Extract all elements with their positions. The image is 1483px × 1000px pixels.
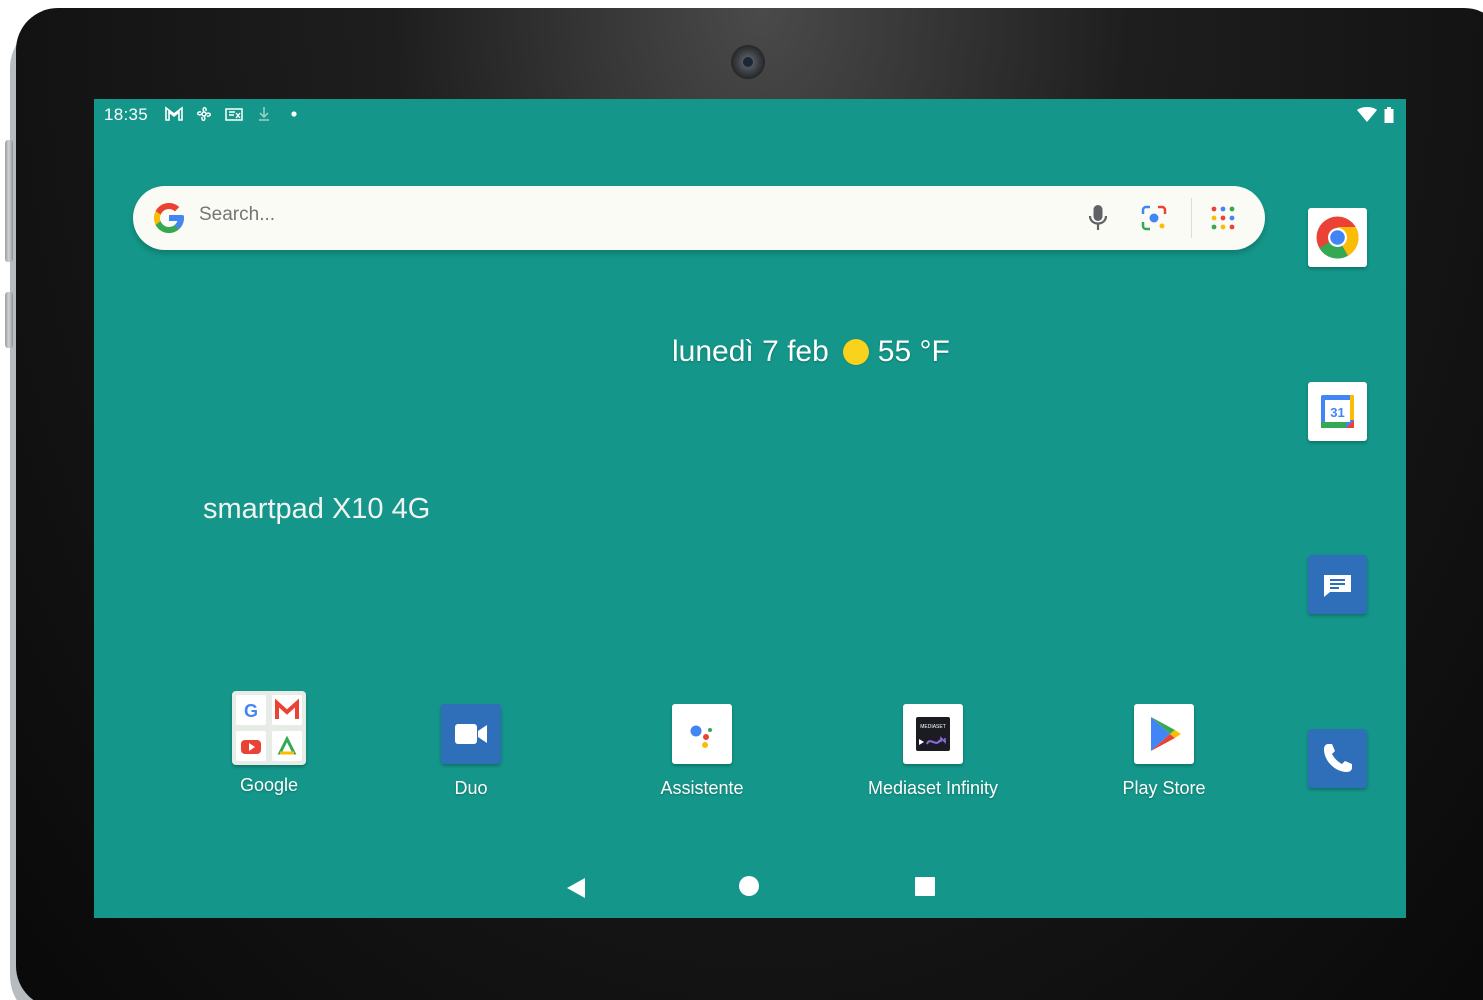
search-input[interactable]	[199, 204, 1059, 226]
home-icon[interactable]	[739, 876, 759, 896]
date-text: lunedì 7 feb	[672, 335, 829, 368]
status-bar: 18:35	[94, 99, 1406, 131]
temperature-text: 55 °F	[877, 335, 950, 368]
search-bar[interactable]	[133, 186, 1265, 250]
google-folder-icon: G	[232, 691, 306, 765]
app-assistant[interactable]: Assistente	[617, 704, 787, 799]
calendar-icon: 31	[1321, 395, 1354, 428]
play-store-icon	[1134, 704, 1194, 764]
gmail-icon	[164, 104, 184, 124]
battery-icon	[1384, 107, 1394, 123]
front-camera	[731, 45, 765, 79]
google-lens-icon[interactable]	[1139, 203, 1169, 233]
dock-messages[interactable]	[1308, 555, 1367, 614]
dock-phone[interactable]	[1308, 729, 1367, 788]
wifi-icon	[1357, 107, 1377, 122]
date-weather-widget[interactable]: lunedì 7 feb 55 °F	[672, 335, 950, 369]
app-label: Assistente	[660, 778, 744, 798]
app-google-folder[interactable]: G Google	[184, 691, 354, 796]
app-duo[interactable]: Duo	[386, 704, 556, 799]
app-label: Duo	[454, 778, 488, 798]
device-label: smartpad X10 4G	[203, 493, 431, 525]
download-icon	[254, 104, 274, 124]
app-label: Play Store	[1122, 778, 1206, 798]
fan-icon	[194, 104, 214, 124]
svg-text:G: G	[244, 701, 258, 721]
back-icon[interactable]	[565, 876, 589, 900]
dot-icon	[284, 104, 304, 124]
assistant-icon	[672, 704, 732, 764]
apps-grid-icon[interactable]	[1209, 204, 1237, 232]
phone-icon	[1324, 744, 1352, 772]
microphone-icon[interactable]	[1083, 202, 1113, 234]
chrome-icon	[1316, 216, 1359, 259]
app-label: Google	[239, 775, 299, 795]
google-g-icon	[154, 203, 184, 233]
mediaset-icon: MEDIASET	[903, 704, 963, 764]
duo-icon	[441, 704, 501, 764]
dock-calendar[interactable]: 31	[1308, 382, 1367, 441]
page: 18:35 Search... lunedì 7 feb 55 °F smart…	[0, 0, 1483, 1000]
recents-icon[interactable]	[915, 877, 935, 896]
search-divider	[1191, 198, 1192, 238]
sun-icon	[842, 339, 869, 365]
screen: 18:35 Search... lunedì 7 feb 55 °F smart…	[94, 99, 1406, 918]
app-play-store[interactable]: Play Store	[1079, 704, 1249, 799]
sim-icon	[224, 104, 244, 124]
messages-icon	[1324, 575, 1351, 597]
power-button	[5, 292, 13, 348]
calendar-day-text: 31	[1330, 405, 1344, 420]
app-label: Mediaset Infinity	[867, 778, 999, 798]
app-mediaset-infinity[interactable]: MEDIASET Mediaset Infinity	[848, 704, 1018, 799]
dock-chrome[interactable]	[1308, 208, 1367, 267]
status-time: 18:35	[104, 105, 149, 124]
volume-button	[5, 140, 13, 262]
status-notification-icons	[164, 104, 304, 124]
status-system-icons	[1356, 106, 1394, 124]
mediaset-icon-text: MEDIASET	[920, 724, 946, 730]
